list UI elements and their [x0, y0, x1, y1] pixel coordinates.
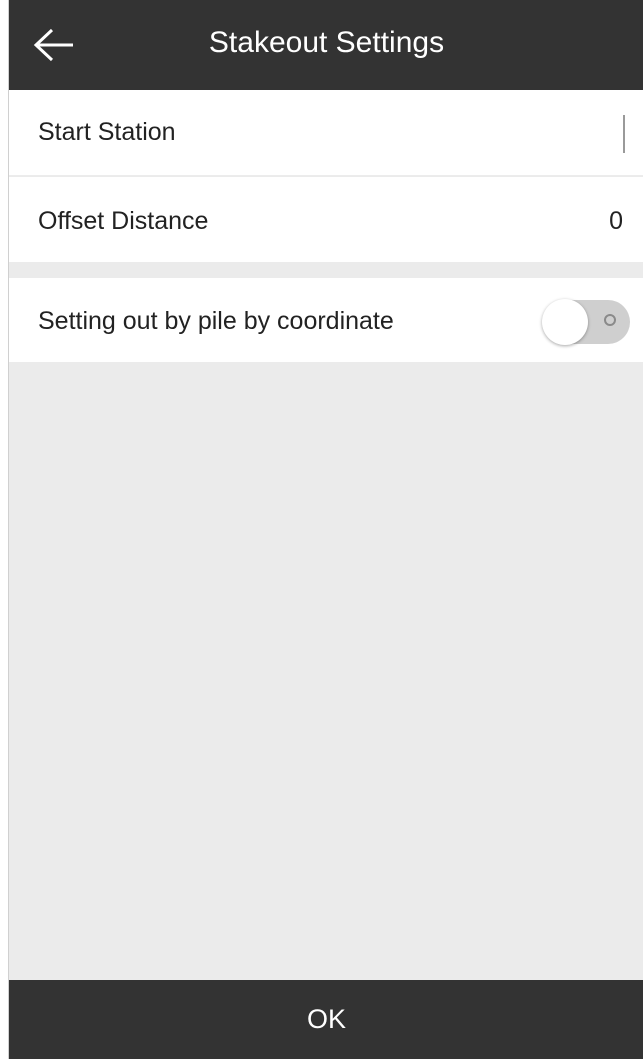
back-button[interactable]	[9, 0, 99, 90]
pile-by-coordinate-label: Setting out by pile by coordinate	[38, 307, 394, 335]
offset-distance-row[interactable]: Offset Distance 0	[9, 177, 643, 262]
pile-by-coordinate-row[interactable]: Setting out by pile by coordinate	[9, 278, 643, 362]
start-station-input[interactable]	[623, 115, 625, 153]
app-screen: Stakeout Settings Start Station Offset D…	[8, 0, 643, 1059]
page-title: Stakeout Settings	[208, 26, 445, 59]
pile-by-coordinate-toggle[interactable]	[542, 299, 630, 345]
start-station-row[interactable]: Start Station	[9, 90, 643, 176]
arrow-left-icon	[33, 28, 73, 62]
offset-distance-label: Offset Distance	[38, 207, 209, 235]
toggle-thumb[interactable]	[542, 299, 588, 345]
toggle-off-icon	[604, 314, 616, 326]
start-station-label: Start Station	[38, 118, 176, 146]
offset-distance-value[interactable]: 0	[609, 207, 623, 236]
ok-button[interactable]: OK	[9, 980, 643, 1059]
app-bar: Stakeout Settings	[9, 0, 643, 90]
divider	[9, 175, 643, 176]
bottom-bar: OK	[9, 980, 643, 1059]
